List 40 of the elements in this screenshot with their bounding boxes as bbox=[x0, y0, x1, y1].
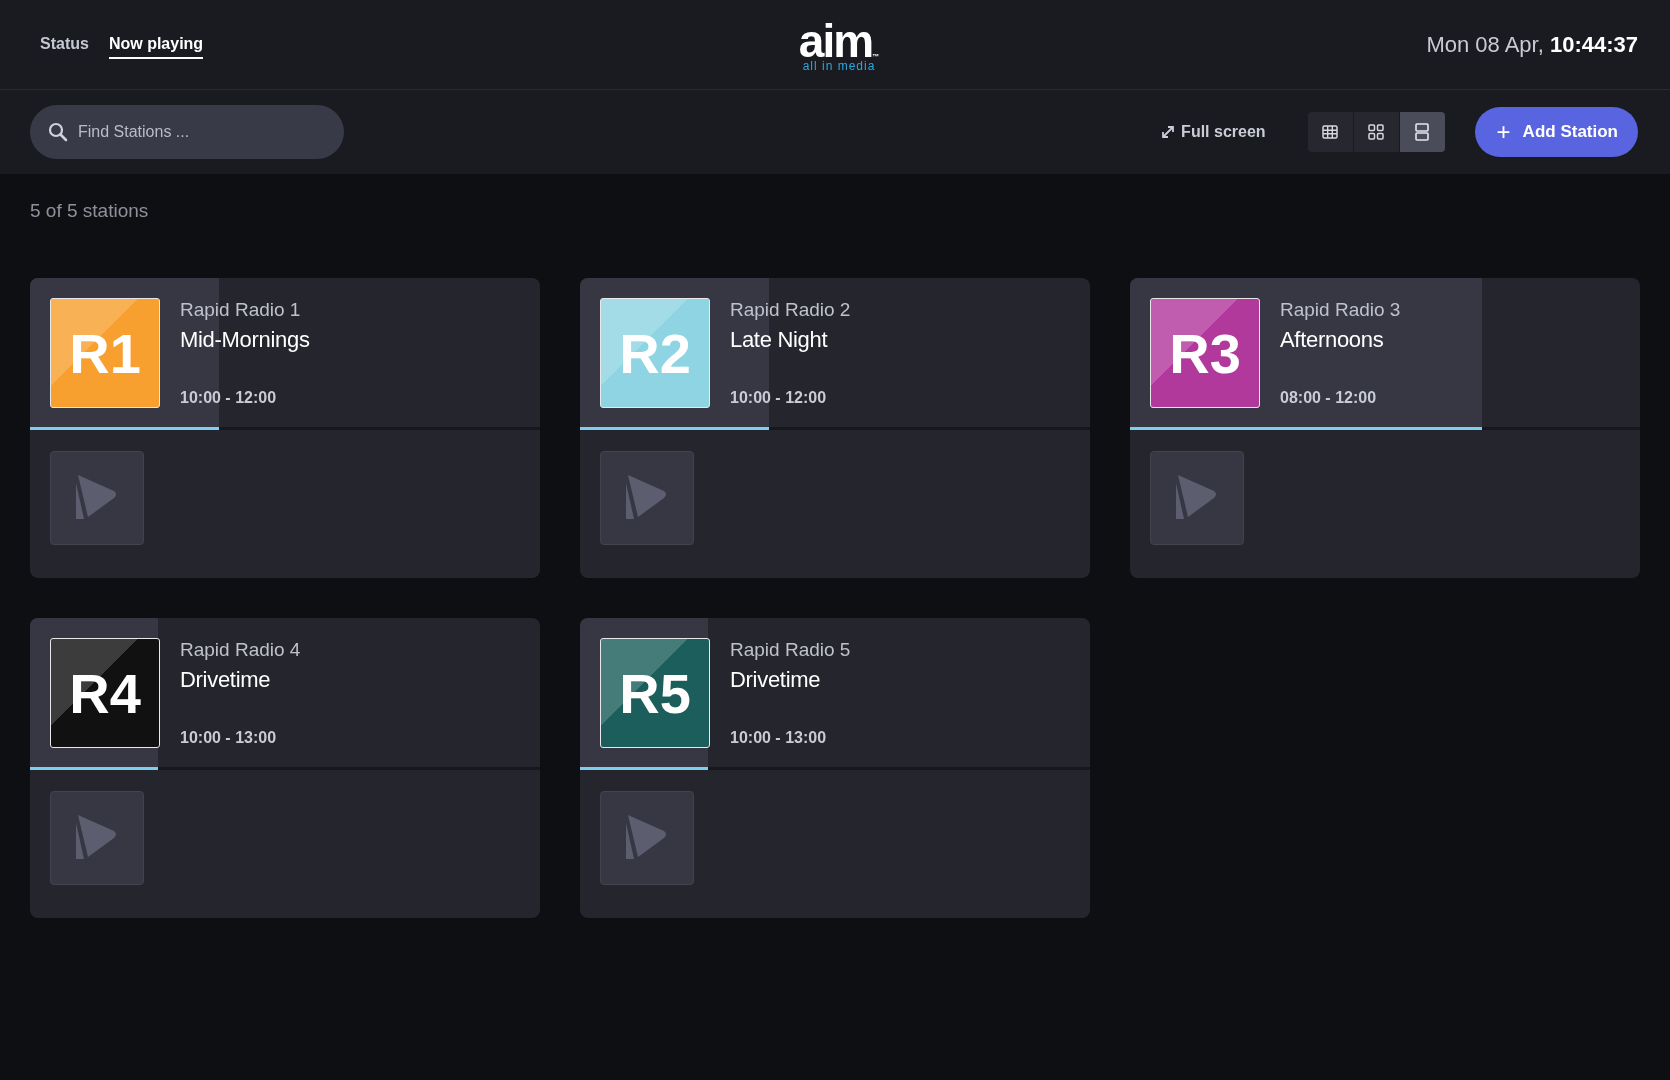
station-count: 5 of 5 stations bbox=[30, 200, 150, 222]
play-tile[interactable] bbox=[50, 791, 144, 885]
table-view-button[interactable] bbox=[1307, 112, 1353, 152]
show-title: Drivetime bbox=[180, 667, 272, 693]
station-logo: R2 bbox=[600, 298, 710, 408]
full-screen-button[interactable]: Full screen bbox=[1161, 123, 1266, 141]
show-time: 10:00 - 12:00 bbox=[180, 389, 278, 407]
nav-tab[interactable]: Now playing bbox=[108, 30, 204, 59]
station-logo: R3 bbox=[1150, 298, 1260, 408]
list-view-button[interactable] bbox=[1399, 112, 1445, 152]
show-time: 08:00 - 12:00 bbox=[1280, 389, 1378, 407]
show-time: 10:00 - 12:00 bbox=[730, 389, 828, 407]
nav-tab[interactable]: Status bbox=[40, 30, 89, 59]
table-icon bbox=[1322, 125, 1339, 139]
show-title: Afternoons bbox=[1280, 327, 1385, 353]
station-name: Rapid Radio 2 bbox=[730, 299, 851, 321]
station-name: Rapid Radio 1 bbox=[180, 299, 302, 321]
station-logo: R1 bbox=[50, 298, 160, 408]
search-icon bbox=[48, 122, 68, 142]
play-tile[interactable] bbox=[600, 791, 694, 885]
station-logo: R5 bbox=[600, 638, 710, 748]
add-station-button[interactable]: + Add Station bbox=[1474, 107, 1638, 157]
station-logo: R4 bbox=[50, 638, 160, 748]
rows-icon bbox=[1415, 123, 1430, 141]
play-tile[interactable] bbox=[50, 451, 144, 545]
grid-view-button[interactable] bbox=[1353, 112, 1399, 152]
station-name: Rapid Radio 3 bbox=[1280, 299, 1401, 321]
station-name: Rapid Radio 4 bbox=[180, 639, 301, 661]
show-time: 10:00 - 13:00 bbox=[180, 729, 278, 747]
search-field[interactable]: Find Stations ... bbox=[30, 105, 344, 159]
expand-icon bbox=[1161, 125, 1176, 139]
station-name: Rapid Radio 5 bbox=[730, 639, 851, 661]
grid-icon bbox=[1368, 124, 1385, 140]
play-tile[interactable] bbox=[1150, 451, 1244, 545]
show-time: 10:00 - 13:00 bbox=[730, 729, 828, 747]
show-title: Drivetime bbox=[730, 667, 822, 693]
show-title: Mid-Mornings bbox=[180, 327, 310, 353]
date-time: Mon 08 Apr, 10:44:37 bbox=[1426, 31, 1638, 58]
show-title: Late Night bbox=[730, 327, 829, 353]
play-tile[interactable] bbox=[600, 451, 694, 545]
